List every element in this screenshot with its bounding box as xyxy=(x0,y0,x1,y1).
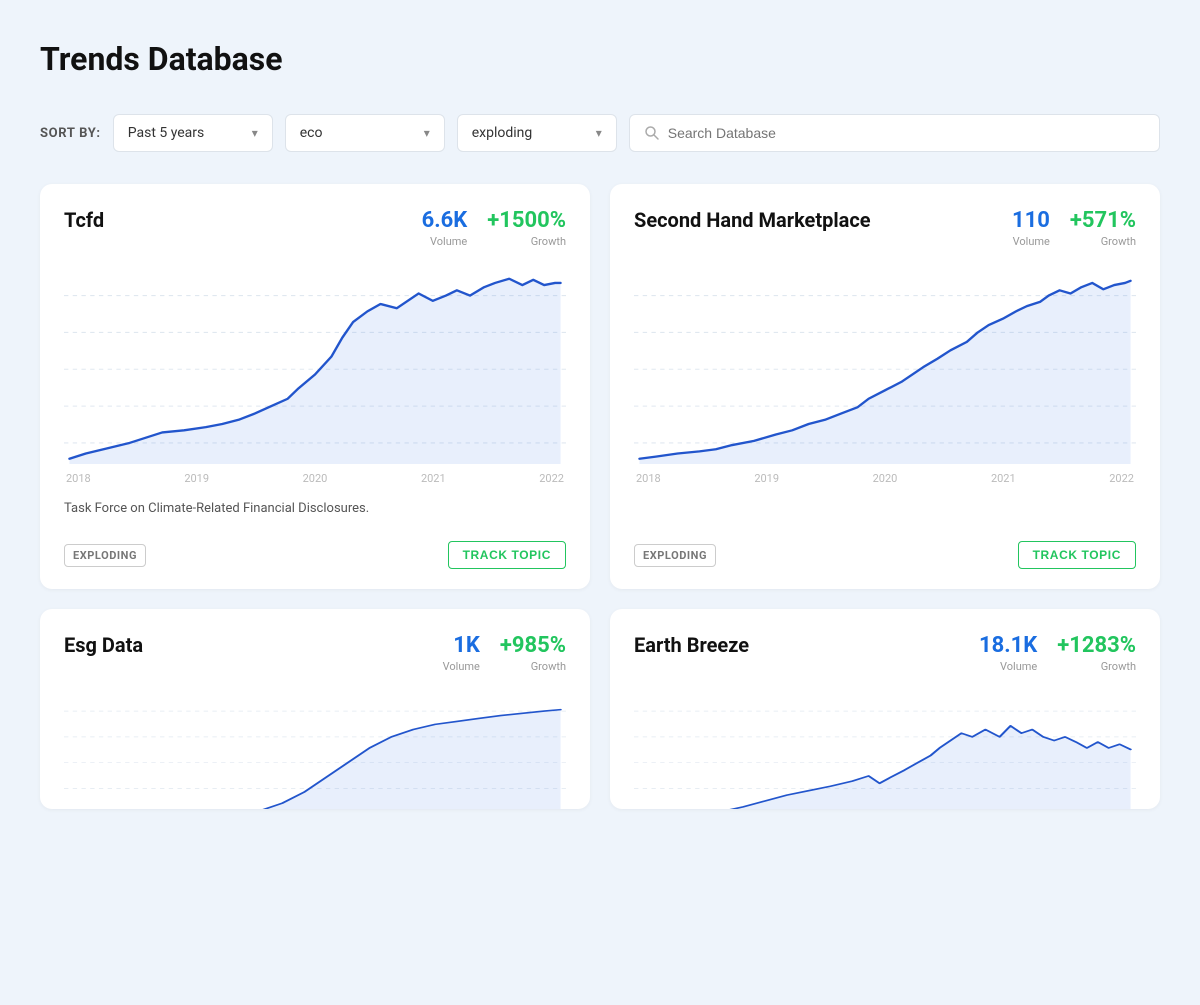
growth-stat: +985% Growth xyxy=(500,633,566,673)
card-stats: 6.6K Volume +1500% Growth xyxy=(422,208,566,248)
card-title: Tcfd xyxy=(64,208,104,232)
volume-stat: 110 Volume xyxy=(1012,208,1050,248)
growth-label: Growth xyxy=(1057,660,1136,673)
year-label: 2020 xyxy=(303,472,328,485)
card-header: Earth Breeze 18.1K Volume +1283% Growth xyxy=(634,633,1136,673)
chart-xaxis: 2018 2019 2020 2021 2022 xyxy=(634,472,1136,485)
growth-stat: +1500% Growth xyxy=(487,208,566,248)
year-label: 2018 xyxy=(636,472,661,485)
volume-label: Volume xyxy=(979,660,1037,673)
volume-label: Volume xyxy=(1012,235,1050,248)
badge-exploding: EXPLODING xyxy=(634,544,716,567)
year-label: 2019 xyxy=(754,472,779,485)
search-icon xyxy=(644,125,660,141)
sort-label: SORT BY: xyxy=(40,126,101,141)
growth-value: +1500% xyxy=(487,208,566,233)
volume-value: 18.1K xyxy=(979,633,1037,658)
card-stats: 18.1K Volume +1283% Growth xyxy=(979,633,1136,673)
growth-label: Growth xyxy=(487,235,566,248)
growth-stat: +1283% Growth xyxy=(1057,633,1136,673)
track-topic-button[interactable]: TRACK TOPIC xyxy=(1018,541,1136,569)
growth-value: +571% xyxy=(1070,208,1136,233)
card-tcfd: Tcfd 6.6K Volume +1500% Growth 201820192… xyxy=(40,184,590,589)
year-label: 2022 xyxy=(1109,472,1134,485)
type-dropdown[interactable]: exploding ▾ xyxy=(457,114,617,152)
card-title: Esg Data xyxy=(64,633,143,657)
time-period-dropdown[interactable]: Past 5 years ▾ xyxy=(113,114,273,152)
chart-xaxis: 2018 2019 2020 2021 2022 xyxy=(64,472,566,485)
card-esg-data: Esg Data 1K Volume +985% Growth 20182019… xyxy=(40,609,590,809)
volume-value: 6.6K xyxy=(422,208,468,233)
growth-value: +985% xyxy=(500,633,566,658)
chevron-down-icon: ▾ xyxy=(596,126,602,140)
growth-label: Growth xyxy=(1070,235,1136,248)
growth-label: Growth xyxy=(500,660,566,673)
card-header: Second Hand Marketplace 110 Volume +571%… xyxy=(634,208,1136,248)
category-value: eco xyxy=(300,125,323,141)
year-label: 2021 xyxy=(991,472,1016,485)
volume-stat: 18.1K Volume xyxy=(979,633,1037,673)
card-description xyxy=(634,501,1136,521)
card-footer: EXPLODING TRACK TOPIC xyxy=(64,541,566,569)
search-box[interactable] xyxy=(629,114,1160,152)
chart-area xyxy=(634,689,1136,809)
card-second-hand-marketplace: Second Hand Marketplace 110 Volume +571%… xyxy=(610,184,1160,589)
card-earth-breeze: Earth Breeze 18.1K Volume +1283% Growth … xyxy=(610,609,1160,809)
card-title: Second Hand Marketplace xyxy=(634,208,871,232)
chart-area xyxy=(64,689,566,809)
card-stats: 110 Volume +571% Growth xyxy=(1012,208,1136,248)
volume-value: 110 xyxy=(1012,208,1050,233)
volume-value: 1K xyxy=(443,633,480,658)
page-title: Trends Database xyxy=(40,40,1160,78)
search-input[interactable] xyxy=(668,125,1145,141)
type-value: exploding xyxy=(472,125,533,141)
growth-value: +1283% xyxy=(1057,633,1136,658)
card-stats: 1K Volume +985% Growth xyxy=(443,633,566,673)
chart-area xyxy=(64,264,566,464)
card-title: Earth Breeze xyxy=(634,633,749,657)
volume-stat: 6.6K Volume xyxy=(422,208,468,248)
year-label: 2022 xyxy=(539,472,564,485)
growth-stat: +571% Growth xyxy=(1070,208,1136,248)
track-topic-button[interactable]: TRACK TOPIC xyxy=(448,541,566,569)
card-header: Tcfd 6.6K Volume +1500% Growth xyxy=(64,208,566,248)
year-label: 2021 xyxy=(421,472,446,485)
chart-area xyxy=(634,264,1136,464)
year-label: 2019 xyxy=(184,472,209,485)
chevron-down-icon: ▾ xyxy=(424,126,430,140)
card-header: Esg Data 1K Volume +985% Growth xyxy=(64,633,566,673)
chevron-down-icon: ▾ xyxy=(252,126,258,140)
year-label: 2018 xyxy=(66,472,91,485)
card-description: Task Force on Climate-Related Financial … xyxy=(64,501,566,521)
volume-label: Volume xyxy=(443,660,480,673)
badge-exploding: EXPLODING xyxy=(64,544,146,567)
volume-label: Volume xyxy=(422,235,468,248)
time-period-value: Past 5 years xyxy=(128,125,205,141)
card-footer: EXPLODING TRACK TOPIC xyxy=(634,541,1136,569)
cards-grid: Tcfd 6.6K Volume +1500% Growth 201820192… xyxy=(40,184,1160,809)
volume-stat: 1K Volume xyxy=(443,633,480,673)
category-dropdown[interactable]: eco ▾ xyxy=(285,114,445,152)
filter-bar: SORT BY: Past 5 years ▾ eco ▾ exploding … xyxy=(40,114,1160,152)
year-label: 2020 xyxy=(873,472,898,485)
